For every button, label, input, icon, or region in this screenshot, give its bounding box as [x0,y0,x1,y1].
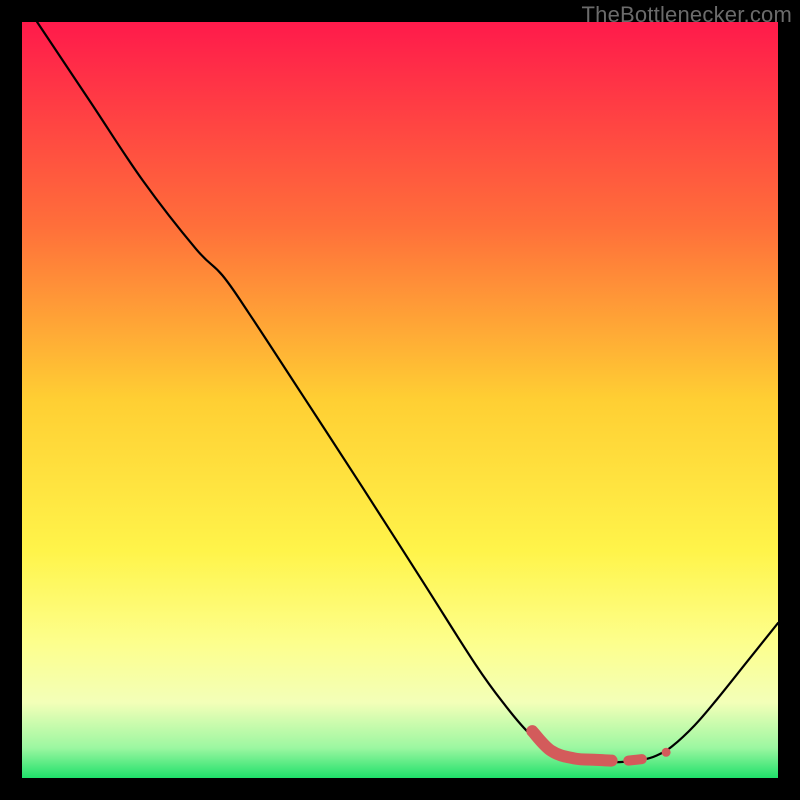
bottleneck-chart [22,22,778,778]
watermark-text: TheBottlenecker.com [582,2,792,28]
recommended-dash-1 [628,759,642,761]
recommended-dot [662,748,671,757]
chart-frame [22,22,778,778]
gradient-background [22,22,778,778]
